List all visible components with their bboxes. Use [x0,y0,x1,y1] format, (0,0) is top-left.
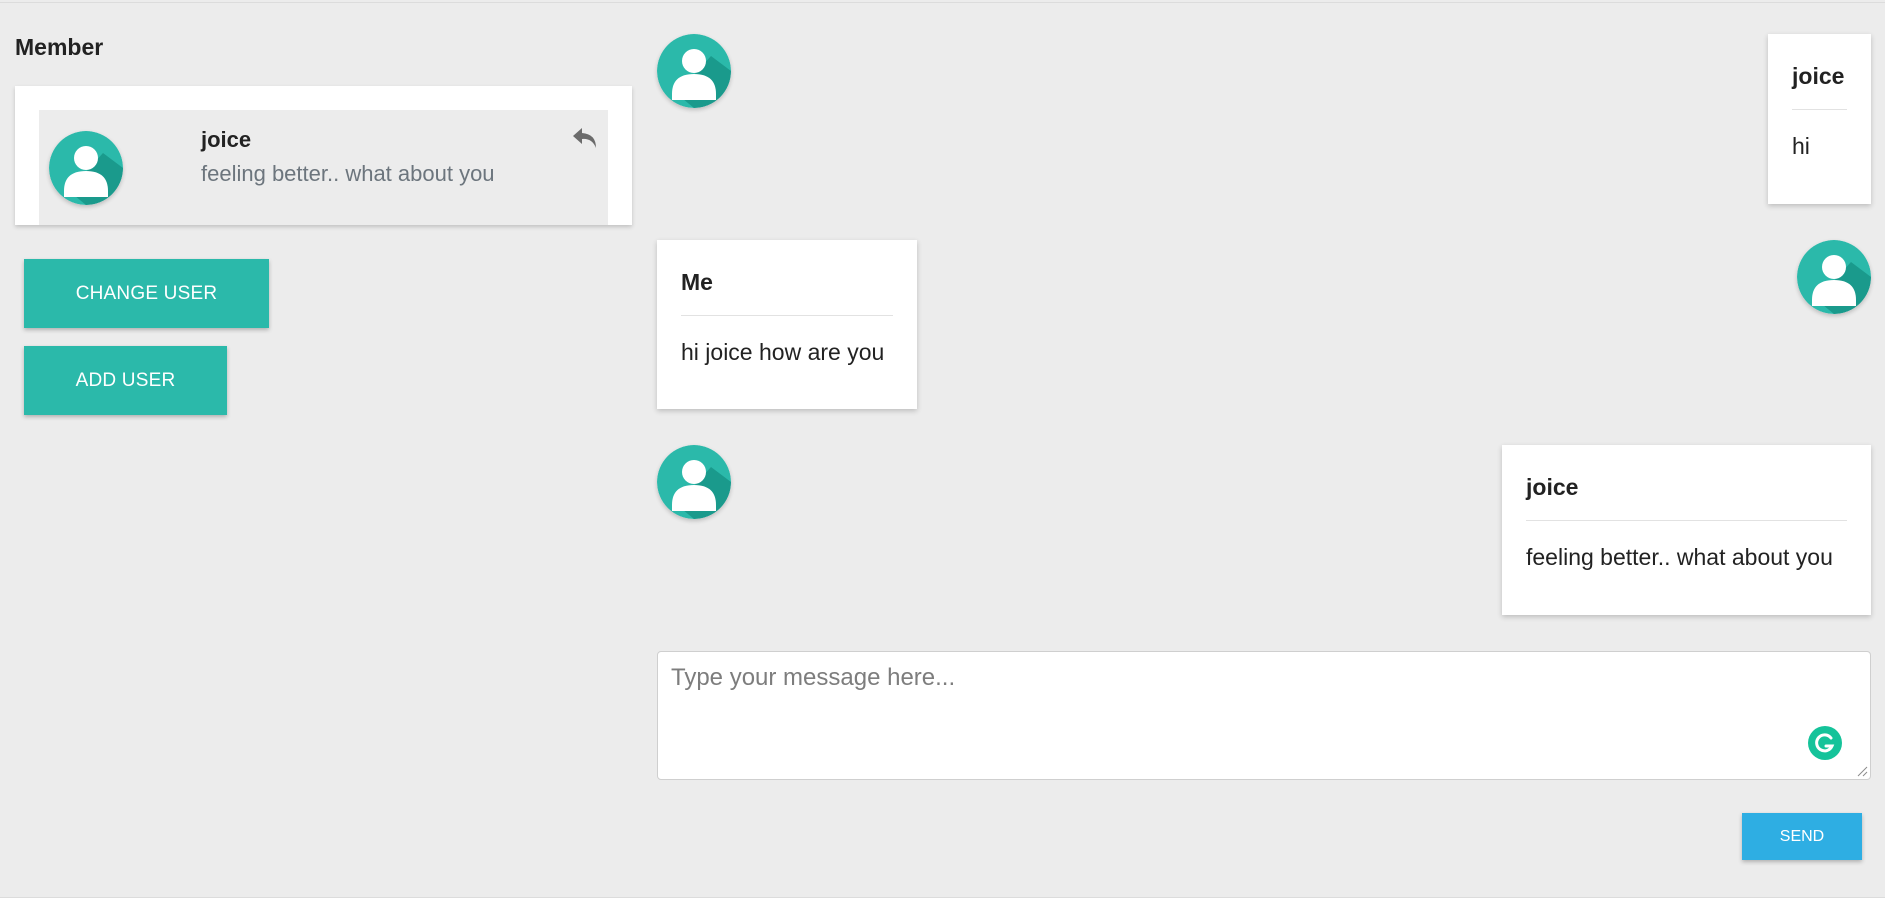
change-user-button[interactable]: CHANGE USER [24,259,269,328]
send-button[interactable]: SEND [1742,813,1862,860]
member-list: joice feeling better.. what about you [15,86,632,225]
member-last-message: feeling better.. what about you [201,161,495,186]
message-sender: joice [1526,474,1579,500]
user-avatar-icon [1797,240,1871,314]
message-sender: Me [681,269,713,295]
member-heading: Member [15,34,104,60]
message-divider [681,315,893,316]
add-user-button[interactable]: ADD USER [24,346,227,415]
message-bubble: joice hi [1768,34,1871,204]
user-avatar-icon [657,445,731,519]
message-sender: joice [1792,63,1845,89]
message-text: hi joice how are you [681,339,885,365]
member-name: joice [201,127,252,152]
message-composer [657,651,1871,780]
message-text: hi [1792,133,1810,159]
message-input[interactable] [658,652,1870,779]
reply-icon[interactable] [571,126,599,150]
message-bubble: Me hi joice how are you [657,240,917,409]
user-avatar-icon [49,131,123,205]
member-list-item[interactable]: joice feeling better.. what about you [39,110,608,225]
message-bubble: joice feeling better.. what about you [1502,445,1871,615]
top-divider [0,2,1885,3]
grammarly-icon[interactable] [1808,726,1842,760]
user-avatar-icon [657,34,731,108]
message-divider [1792,109,1847,110]
message-text: feeling better.. what about you [1526,544,1833,570]
message-divider [1526,520,1847,521]
resize-grip-icon[interactable] [1856,764,1868,777]
